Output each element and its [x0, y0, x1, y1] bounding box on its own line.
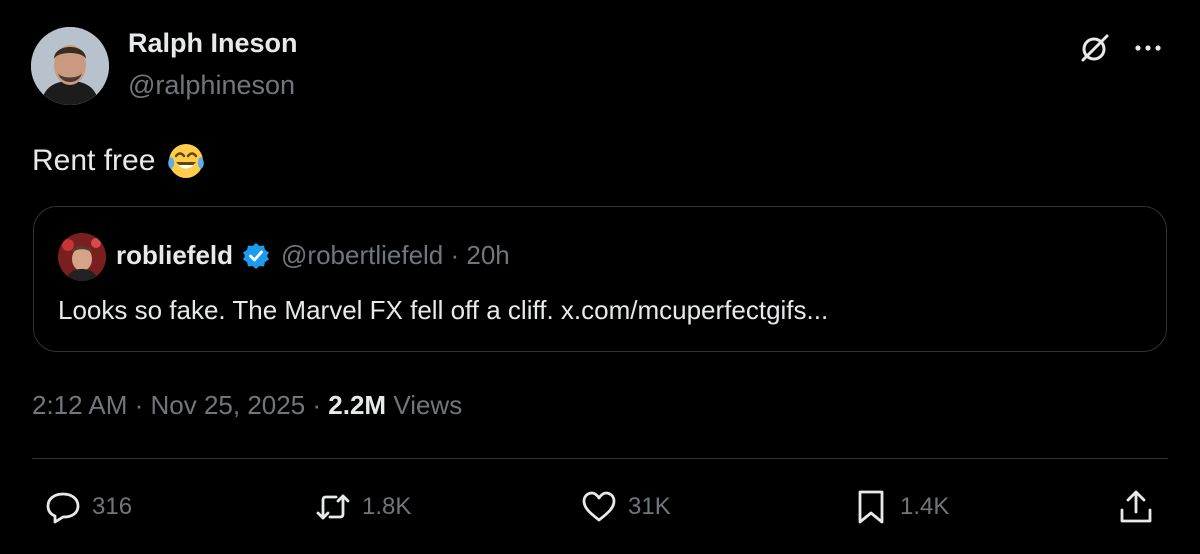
quoted-handle-time[interactable]: @robertliefeld · 20h — [281, 240, 510, 271]
views-count: 2.2M — [328, 390, 387, 420]
grok-icon[interactable] — [1077, 30, 1113, 66]
reply-icon — [46, 492, 80, 524]
quoted-author-avatar[interactable] — [58, 233, 106, 281]
avatar-photo — [31, 27, 109, 105]
quoted-text: Looks so fake. The Marvel FX fell off a … — [58, 295, 829, 325]
verified-badge-icon — [243, 242, 270, 269]
more-icon[interactable] — [1130, 30, 1166, 66]
repost-count: 1.8K — [362, 493, 412, 520]
tweet-meta: 2:12 AM · Nov 25, 2025 · 2.2M Views — [32, 390, 462, 421]
author-name[interactable]: Ralph Ineson — [128, 28, 298, 59]
author-handle[interactable]: @ralphineson — [128, 70, 295, 101]
views-label: Views — [386, 390, 463, 420]
share-icon — [1120, 490, 1152, 523]
heart-icon — [582, 491, 616, 522]
tweet-text: Rent free — [32, 140, 207, 182]
quoted-avatar-photo — [58, 233, 106, 281]
tweet-text-content: Rent free — [32, 144, 156, 177]
bookmark-icon — [858, 490, 884, 524]
divider — [32, 458, 1168, 459]
author-avatar[interactable] — [31, 27, 109, 105]
quoted-header: robliefeld @robertliefeld · 20h — [116, 240, 510, 271]
quoted-author-name[interactable]: robliefeld — [116, 240, 233, 271]
reply-count: 316 — [92, 493, 133, 520]
like-count: 31K — [628, 493, 671, 520]
bookmark-count: 1.4K — [900, 493, 950, 520]
tweet-timestamp[interactable]: 2:12 AM · Nov 25, 2025 · — [32, 390, 328, 420]
repost-icon — [316, 494, 350, 520]
reply-button[interactable]: 316 — [44, 488, 132, 526]
repost-button[interactable]: 1.8K — [314, 488, 411, 526]
face-with-tears-of-joy-icon — [168, 144, 205, 178]
bookmark-button[interactable]: 1.4K — [852, 488, 949, 526]
share-button[interactable] — [1117, 488, 1155, 526]
like-button[interactable]: 31K — [580, 488, 671, 526]
quoted-tweet[interactable]: robliefeld @robertliefeld · 20h Looks so… — [33, 206, 1167, 352]
